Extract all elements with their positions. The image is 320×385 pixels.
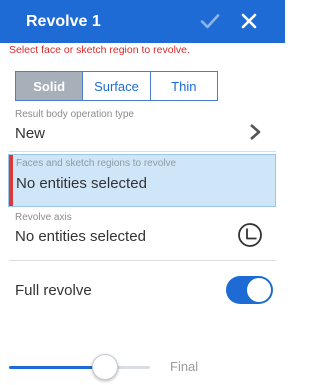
toggle-knob	[247, 278, 271, 302]
full-revolve-label: Full revolve	[15, 282, 92, 299]
final-label: Final	[170, 359, 199, 374]
revolve-axis-value: No entities selected	[15, 228, 146, 245]
tab-surface[interactable]: Surface	[82, 72, 150, 100]
chevron-right-icon[interactable]	[248, 123, 262, 141]
result-body-label: Result body operation type	[15, 109, 134, 120]
tab-thin[interactable]: Thin	[149, 72, 217, 100]
revolve-axis-label: Revolve axis	[15, 212, 72, 223]
history-slider-fill	[9, 366, 105, 369]
tab-solid[interactable]: Solid	[16, 72, 83, 100]
checkmark-icon[interactable]	[199, 10, 221, 32]
error-indicator-bar	[9, 155, 13, 206]
result-body-row[interactable]: Result body operation type New	[0, 104, 285, 150]
result-body-value: New	[15, 125, 46, 142]
mode-segmented-control: Solid Surface Thin	[15, 71, 218, 101]
faces-selection-box[interactable]: Faces and sketch regions to revolve No e…	[8, 154, 276, 207]
axis-selector-icon[interactable]	[237, 222, 263, 248]
history-slider-handle[interactable]	[91, 354, 118, 380]
divider	[9, 151, 276, 152]
faces-value: No entities selected	[16, 175, 147, 192]
faces-label: Faces and sketch regions to revolve	[16, 158, 177, 169]
dialog-title: Revolve 1	[26, 13, 101, 30]
close-icon[interactable]	[238, 10, 260, 32]
history-slider-track[interactable]	[9, 366, 150, 369]
full-revolve-toggle[interactable]	[226, 276, 273, 304]
dialog-header: Revolve 1	[0, 0, 285, 43]
error-message: Select face or sketch region to revolve.	[9, 44, 190, 56]
divider	[9, 260, 276, 261]
